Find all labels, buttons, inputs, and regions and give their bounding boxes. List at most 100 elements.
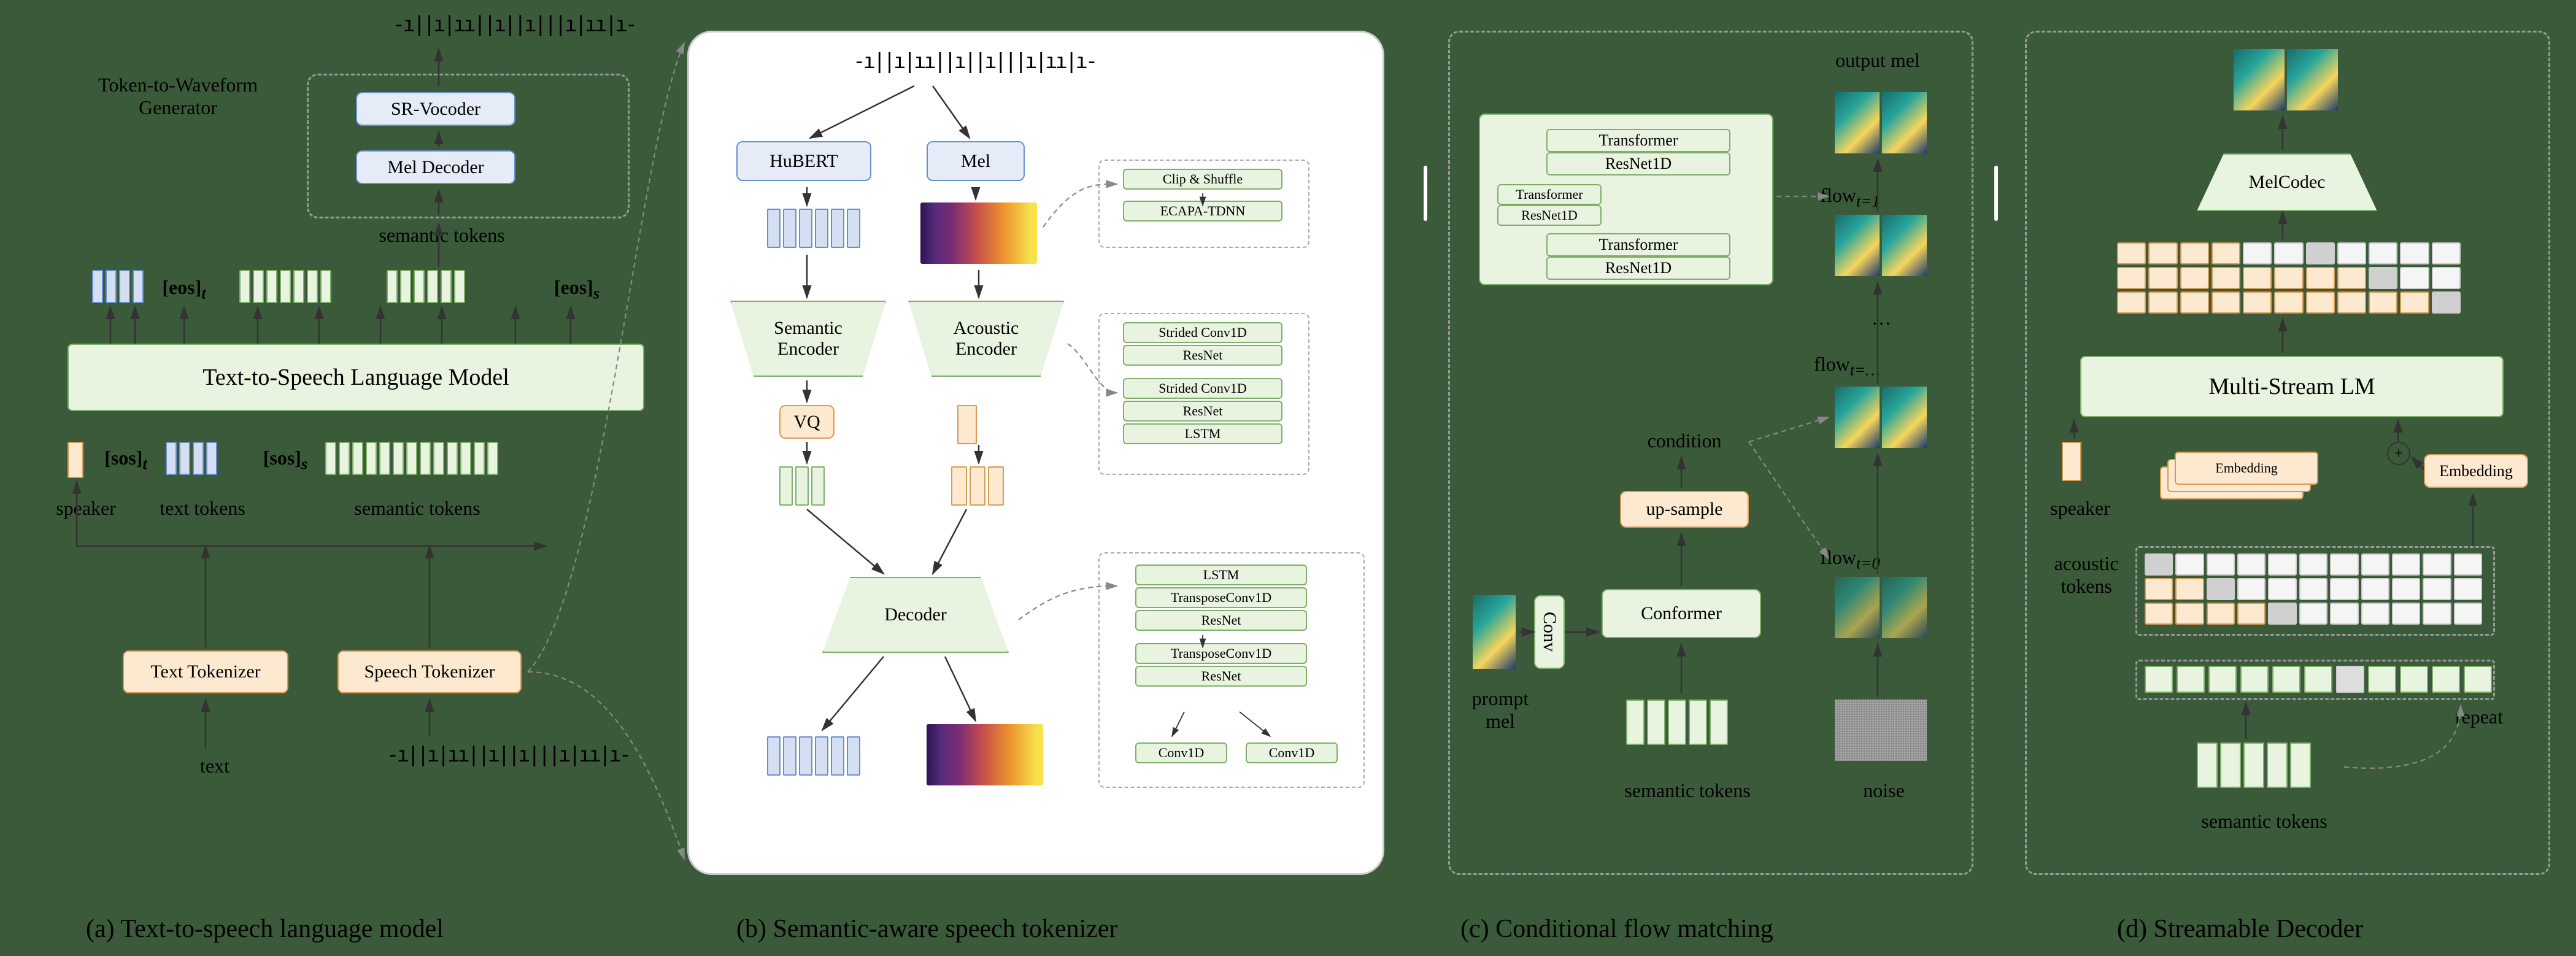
- vq-tokens: [779, 466, 825, 506]
- resnet-box: ResNet: [1123, 345, 1282, 366]
- sr-vocoder-block: SR-Vocoder: [356, 92, 515, 126]
- detail-dec-conv-row: Conv1D Conv1D: [1135, 742, 1338, 763]
- separator-1: [1424, 166, 1427, 221]
- sem-tokens-repeated: [2145, 666, 2492, 693]
- caption-d: (d) Streamable Decoder: [2117, 914, 2363, 944]
- decoder-out-tokens: [767, 736, 860, 776]
- detail-ecapa-stack: Clip & Shuffle ECAPA-TDNN: [1123, 169, 1282, 222]
- mel-spectrogram-icon: [920, 202, 1037, 264]
- output-acoustic-grid: [2117, 242, 2461, 314]
- detail-dec-stack: LSTM TransposeConv1D ResNet TransposeCon…: [1135, 565, 1307, 687]
- hubert-block: HuBERT: [736, 141, 871, 181]
- panel-d-output-mel-icon: [2234, 49, 2338, 110]
- inset-stack-bot: Transformer ResNet1D: [1546, 233, 1730, 280]
- upsample-block: up-sample: [1620, 491, 1749, 528]
- panel-d-sem-tokens-label: semantic tokens: [2178, 810, 2350, 833]
- clip-shuffle-box: Clip & Shuffle: [1123, 169, 1282, 190]
- resnet1d-box-top: ResNet1D: [1546, 152, 1730, 175]
- ae-token: [957, 405, 977, 444]
- eos-s-label: [eos]s: [546, 276, 607, 303]
- mel-block: Mel: [927, 141, 1025, 181]
- resnet1d-box-bot: ResNet1D: [1546, 256, 1730, 280]
- tconv1d-box: TransposeConv1D: [1135, 587, 1307, 608]
- output-mel-label: output mel: [1816, 49, 1939, 72]
- strided-conv1d-box2: Strided Conv1D: [1123, 378, 1282, 399]
- waveform-icon: -ı||ı|ıı||ı||ı|||ı|ıı|ı-: [393, 12, 635, 37]
- vq-block: VQ: [779, 405, 835, 439]
- embedding-stack: Embedding: [2160, 448, 2320, 509]
- conv-block: Conv: [1534, 595, 1565, 669]
- dots-label: …: [1872, 307, 1891, 330]
- acoustic-encoder-trap: Acoustic Encoder: [908, 301, 1064, 377]
- separator-2: [1994, 166, 1998, 221]
- noise-label: noise: [1853, 779, 1915, 802]
- flow-t1-label: flowt=1: [1804, 184, 1896, 210]
- lstm-box3: LSTM: [1135, 565, 1307, 585]
- acoustic-tokens-label: acoustic tokens: [2037, 552, 2135, 598]
- decoder-trap: Decoder: [822, 577, 1009, 653]
- lstm-box: LSTM: [1123, 423, 1282, 444]
- flow-tdots-label: flowt=…: [1798, 353, 1896, 379]
- output-token-row: [92, 270, 144, 303]
- flow-t0-label: flowt=0: [1804, 546, 1896, 572]
- tconv1d-box2: TransposeConv1D: [1135, 643, 1307, 664]
- resnet-box3: ResNet: [1135, 610, 1307, 631]
- text-label: text: [190, 755, 239, 777]
- flow1-mel-icon: [1835, 215, 1927, 276]
- conformer-block: Conformer: [1602, 589, 1761, 638]
- input-acoustic-grid: [2145, 553, 2482, 625]
- token-to-waveform-label: Token-to-Waveform Generator: [80, 74, 276, 119]
- output-token-row-sem: [239, 270, 331, 303]
- conv1d-box: Conv1D: [1135, 742, 1227, 763]
- speaker-label: speaker: [43, 497, 129, 520]
- speaker-token: [67, 442, 83, 478]
- panel-b-waveform-icon: -ı||ı|ıı||ı||ı|||ı|ıı|ı-: [853, 49, 1095, 74]
- multistream-lm-block: Multi-Stream LM: [2080, 356, 2504, 417]
- semantic-encoder-trap: Semantic Encoder: [730, 301, 886, 377]
- transformer-box-top: Transformer: [1546, 129, 1730, 152]
- ae-tokens: [951, 466, 1004, 506]
- strided-conv1d-box: Strided Conv1D: [1123, 322, 1282, 343]
- output-mel-icon: [1835, 92, 1927, 153]
- panel-d-sem-tokens: [2197, 742, 2311, 788]
- embedding-right-block: Embedding: [2424, 454, 2528, 488]
- condition-label: condition: [1632, 430, 1737, 452]
- prompt-mel-label: prompt mel: [1460, 687, 1540, 733]
- ecapa-tdnn-box: ECAPA-TDNN: [1123, 201, 1282, 222]
- flow0-mel-icon: [1835, 577, 1927, 638]
- text-tokenizer-block: Text Tokenizer: [123, 650, 288, 693]
- prompt-mel-icon: [1473, 595, 1516, 669]
- sos-t-label: [sos]t: [98, 447, 153, 473]
- eos-t-label: [eos]t: [153, 276, 215, 303]
- panel-c-sem-tokens-label: semantic tokens: [1602, 779, 1773, 802]
- transformer-box-mid: Transformer: [1497, 184, 1602, 205]
- conv1d-box2: Conv1D: [1246, 742, 1338, 763]
- output-token-row-sem2: [387, 270, 465, 303]
- inset-stack-mid: Transformer ResNet1D: [1497, 184, 1602, 226]
- plus-icon: +: [2387, 442, 2410, 465]
- decoder-out-mel-icon: [927, 724, 1043, 785]
- melcodec-trap: MelCodec: [2197, 153, 2377, 211]
- transformer-box-bot: Transformer: [1546, 233, 1730, 256]
- sem-token-row-in: [325, 442, 498, 475]
- mel-decoder-block: Mel Decoder: [356, 150, 515, 184]
- caption-b: (b) Semantic-aware speech tokenizer: [736, 914, 1118, 944]
- resnet1d-box-mid: ResNet1D: [1497, 205, 1602, 226]
- speech-tokenizer-block: Speech Tokenizer: [337, 650, 522, 693]
- panel-d-speaker-token: [2062, 442, 2081, 481]
- resnet-box4: ResNet: [1135, 666, 1307, 687]
- inset-stack-top: Transformer ResNet1D: [1546, 129, 1730, 175]
- text-tokens-label: text tokens: [147, 497, 258, 520]
- sem-tokens-in-label: semantic tokens: [337, 497, 497, 520]
- semantic-tokens-top-label: semantic tokens: [350, 224, 534, 247]
- tts-lm-block: Text-to-Speech Language Model: [67, 344, 644, 411]
- hubert-tokens: [767, 209, 860, 248]
- waveform-icon-input: -ı||ı|ıı||ı||ı|||ı|ıı|ı-: [387, 742, 629, 767]
- caption-c: (c) Conditional flow matching: [1460, 914, 1773, 944]
- flow-dots-mel-icon: [1835, 387, 1927, 448]
- noise-icon: [1835, 700, 1927, 761]
- panel-d-speaker-label: speaker: [2037, 497, 2123, 520]
- figure-root: Token-to-Waveform Generator -ı||ı|ıı||ı|…: [12, 12, 2564, 944]
- panel-c-sem-tokens: [1626, 700, 1728, 745]
- repeat-label: repeat: [2436, 706, 2522, 728]
